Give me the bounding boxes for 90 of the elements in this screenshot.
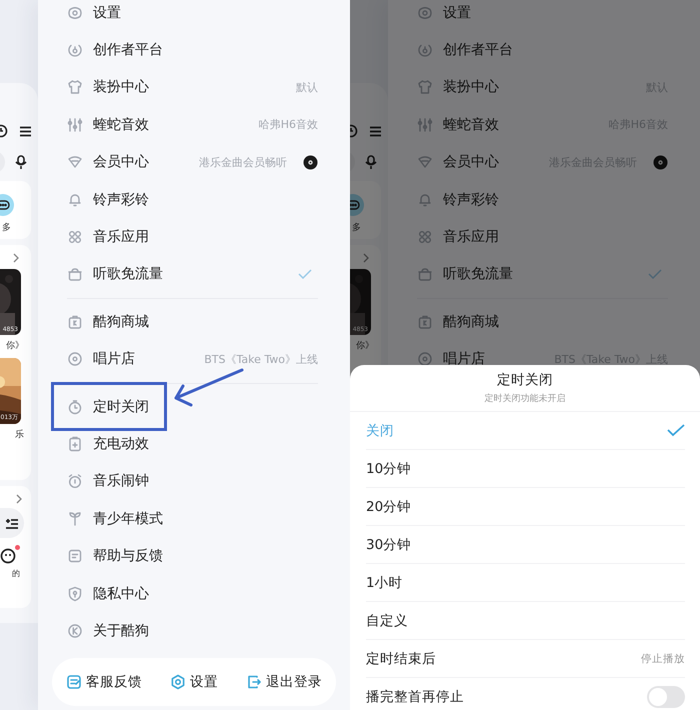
menu-item[interactable]: 会员中心	[443, 153, 499, 172]
chevron-icon[interactable]	[16, 494, 22, 504]
sprout-icon	[67, 510, 83, 527]
timer-option[interactable]: 30分钟	[366, 526, 685, 564]
menu-icon[interactable]	[20, 126, 31, 136]
menu-item[interactable]: 铃声彩铃	[93, 190, 149, 209]
edit-icon	[67, 548, 83, 564]
bell-icon	[67, 192, 83, 208]
menu-value: 港乐金曲会员畅听	[199, 154, 287, 170]
timer-option[interactable]: 10分钟	[366, 450, 685, 488]
timer-option[interactable]: 20分钟	[366, 488, 685, 526]
grid-icon	[67, 229, 83, 246]
ring-icon	[417, 4, 433, 21]
footer-button[interactable]: 退出登录	[246, 668, 322, 695]
menu-item[interactable]: 设置	[443, 4, 471, 22]
alarm-icon	[67, 473, 83, 490]
shirt-icon	[417, 79, 433, 96]
ring-icon	[170, 674, 186, 690]
vinyl-icon	[303, 154, 318, 170]
smiley-icon[interactable]	[0, 548, 16, 564]
menu-item[interactable]: 听歌免流量	[93, 265, 163, 284]
sliders-icon	[67, 116, 83, 133]
menu-value: BTS《Take Two》上线	[204, 352, 318, 367]
setting-label: 播完整首再停止	[366, 688, 464, 706]
timer-option[interactable]: 自定义	[366, 602, 685, 640]
menu-item[interactable]: 听歌免流量	[443, 265, 513, 284]
badge-icon	[67, 42, 83, 58]
menu-item[interactable]: 关于酷狗	[93, 622, 149, 640]
menu-item[interactable]: 设置	[93, 4, 121, 22]
check-icon	[667, 424, 685, 437]
exit-icon	[246, 674, 262, 690]
mic-icon[interactable]	[15, 155, 27, 169]
menu-item[interactable]: 装扮中心	[443, 78, 499, 96]
more-label[interactable]: 多	[2, 221, 11, 234]
chevron-icon[interactable]	[363, 253, 369, 263]
menu-item[interactable]: 唱片店	[443, 350, 485, 368]
gem-icon	[67, 154, 83, 170]
footer-button[interactable]: 设置	[170, 668, 218, 695]
more-label[interactable]: 多	[352, 221, 361, 234]
menu-item[interactable]: 定时关闭	[93, 398, 149, 416]
list-icon	[6, 518, 18, 528]
ring-icon	[67, 4, 83, 21]
menu-item[interactable]: 创作者平台	[93, 41, 163, 60]
menu-item[interactable]: 蝰蛇音效	[443, 116, 499, 134]
menu-item[interactable]: 隐私中心	[93, 584, 149, 603]
playlist-title: 你》	[356, 340, 374, 352]
menu-item[interactable]: 蝰蛇音效	[93, 116, 149, 134]
chevron-icon[interactable]	[13, 253, 19, 263]
gift-icon	[417, 266, 433, 282]
setting-label: 定时结束后	[366, 650, 436, 668]
menu-value: 哈弗H6音效	[258, 117, 318, 132]
sliders-icon	[417, 116, 433, 133]
menu-item[interactable]: 铃声彩铃	[443, 190, 499, 209]
menu-item[interactable]: 创作者平台	[443, 41, 513, 60]
menu-item[interactable]: 唱片店	[93, 350, 135, 368]
vinyl-icon	[653, 154, 668, 170]
grid-icon	[417, 229, 433, 246]
playlist-title: 乐	[15, 428, 24, 441]
disc-icon	[417, 351, 433, 368]
badge-icon	[417, 42, 433, 58]
battery-icon	[67, 436, 83, 452]
timer-option[interactable]: 1小时	[366, 564, 685, 602]
menu-item[interactable]: 酷狗商城	[93, 312, 149, 331]
footer-button[interactable]: 客服反馈	[66, 668, 142, 695]
shield-icon	[67, 586, 83, 602]
bag-icon	[67, 314, 83, 330]
gift-icon	[67, 266, 83, 282]
toggle-switch[interactable]	[647, 686, 685, 708]
edit-icon	[66, 674, 82, 690]
mine-label[interactable]: 的	[12, 568, 20, 579]
sheet-title: 定时关闭	[497, 371, 553, 389]
menu-item[interactable]: 充电动效	[93, 434, 149, 453]
shirt-icon	[67, 79, 83, 96]
menu-item[interactable]: 音乐应用	[443, 228, 499, 246]
menu-item[interactable]: 装扮中心	[93, 78, 149, 96]
menu-item[interactable]: 青少年模式	[93, 510, 163, 528]
menu-item[interactable]: 帮助与反馈	[93, 547, 163, 566]
menu-item[interactable]: 酷狗商城	[443, 312, 499, 331]
menu-item[interactable]: 会员中心	[93, 153, 149, 172]
playlist-title: 你》	[6, 340, 24, 352]
menu-value: 默认	[296, 80, 318, 95]
timer-icon	[67, 398, 83, 415]
menu-item[interactable]: 音乐应用	[93, 228, 149, 246]
bag-icon	[417, 314, 433, 330]
menu-item[interactable]: 音乐闹钟	[93, 472, 149, 490]
sheet-subtitle: 定时关闭功能未开启	[484, 392, 566, 405]
disc-icon	[67, 351, 83, 368]
bell-icon	[417, 192, 433, 208]
gem-icon	[417, 154, 433, 170]
circle-mark-icon	[67, 622, 83, 639]
